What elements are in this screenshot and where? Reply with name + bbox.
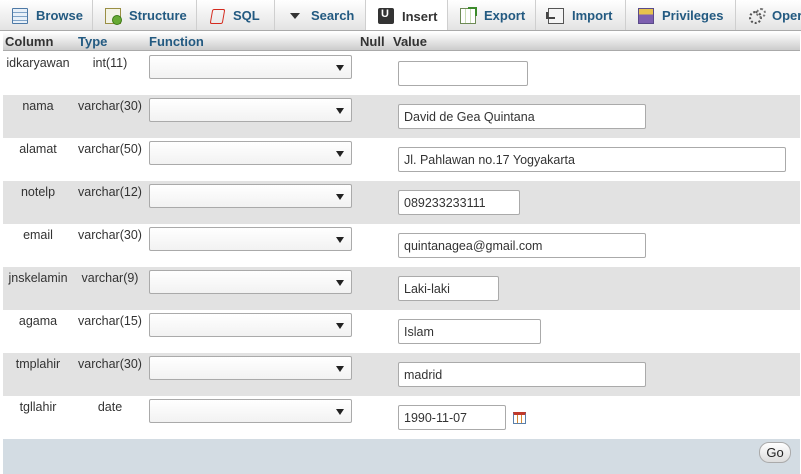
function-select[interactable]: [149, 356, 352, 380]
table-header: Column Type Function Null Value: [3, 32, 800, 51]
form-footer: Go: [3, 439, 800, 474]
tab-browse[interactable]: Browse: [0, 0, 93, 30]
tab-operations[interactable]: Operations: [736, 0, 801, 30]
tab-privileges[interactable]: Privileges: [626, 0, 736, 30]
value-input[interactable]: 089233233111: [398, 190, 520, 215]
column-name: notelp: [20, 185, 56, 199]
export-icon: [460, 6, 477, 24]
column-type: varchar(50): [78, 142, 142, 156]
structure-icon: [105, 7, 122, 25]
tab-bar: Browse Structure SQL Search Insert Expor…: [0, 0, 801, 31]
tab-sql-label: SQL: [233, 8, 260, 23]
browse-icon: [12, 7, 28, 24]
tab-search-label: Search: [311, 8, 355, 23]
value-input[interactable]: quintanagea@gmail.com: [398, 233, 646, 258]
column-type: varchar(12): [78, 185, 142, 199]
function-select[interactable]: [149, 313, 352, 337]
table-row: tgllahir date 1990-11-07: [3, 396, 800, 439]
tab-export[interactable]: Export: [448, 0, 536, 30]
header-value: Value: [393, 34, 427, 49]
value-input[interactable]: Islam: [398, 319, 541, 344]
tab-search[interactable]: Search: [275, 0, 366, 30]
value-input[interactable]: Jl. Pahlawan no.17 Yogyakarta: [398, 147, 786, 172]
function-select[interactable]: [149, 399, 352, 423]
table-row: idkaryawan int(11): [3, 52, 800, 95]
function-select[interactable]: [149, 270, 352, 294]
operations-icon: [748, 7, 766, 24]
calendar-icon[interactable]: [513, 412, 526, 424]
column-type: varchar(30): [78, 357, 142, 371]
column-type: varchar(30): [78, 99, 142, 113]
tab-browse-label: Browse: [36, 8, 83, 23]
column-type: int(11): [92, 56, 128, 70]
tab-insert-label: Insert: [402, 8, 438, 24]
header-function: Function: [149, 34, 204, 49]
function-select[interactable]: [149, 141, 352, 165]
search-icon: [287, 8, 303, 24]
column-type: varchar(9): [81, 271, 139, 285]
column-name: email: [23, 228, 53, 242]
column-type: varchar(15): [78, 314, 142, 328]
column-name: alamat: [19, 142, 57, 156]
function-select[interactable]: [149, 227, 352, 251]
column-type: date: [97, 400, 123, 414]
column-name: tgllahir: [19, 400, 57, 414]
header-type: Type: [78, 34, 108, 49]
tab-import[interactable]: Import: [536, 0, 626, 30]
tab-privileges-label: Privileges: [662, 8, 724, 23]
tab-insert[interactable]: Insert: [366, 0, 448, 30]
tab-export-label: Export: [484, 8, 526, 23]
go-button[interactable]: Go: [759, 442, 791, 463]
column-name: idkaryawan: [6, 56, 70, 70]
column-type: varchar(30): [78, 228, 142, 242]
value-input[interactable]: [398, 61, 528, 86]
column-name: jnskelamin: [8, 271, 68, 285]
tab-sql[interactable]: SQL: [197, 0, 275, 30]
tab-structure-label: Structure: [129, 8, 187, 23]
sql-icon: [209, 8, 225, 24]
column-name: agama: [18, 314, 58, 328]
table-row: alamat varchar(50) Jl. Pahlawan no.17 Yo…: [3, 138, 800, 181]
table-row: email varchar(30) quintanagea@gmail.com: [3, 224, 800, 267]
function-select[interactable]: [149, 184, 352, 208]
tab-structure[interactable]: Structure: [93, 0, 197, 30]
function-select[interactable]: [149, 55, 352, 79]
table-row: tmplahir varchar(30) madrid: [3, 353, 800, 396]
tab-import-label: Import: [572, 8, 613, 23]
column-name: nama: [22, 99, 54, 113]
value-input[interactable]: madrid: [398, 362, 646, 387]
date-input[interactable]: 1990-11-07: [398, 405, 506, 430]
import-icon: [546, 7, 564, 24]
value-input[interactable]: Laki-laki: [398, 276, 499, 301]
header-null: Null: [360, 34, 385, 49]
insert-icon: [378, 8, 394, 24]
header-column: Column: [5, 34, 54, 49]
tab-operations-label: Operations: [772, 8, 801, 23]
table-row: nama varchar(30) David de Gea Quintana: [3, 95, 800, 138]
table-row: jnskelamin varchar(9) Laki-laki: [3, 267, 800, 310]
value-input[interactable]: David de Gea Quintana: [398, 104, 646, 129]
privileges-icon: [638, 7, 654, 24]
table-row: agama varchar(15) Islam: [3, 310, 800, 353]
table-row: notelp varchar(12) 089233233111: [3, 181, 800, 224]
column-name: tmplahir: [15, 357, 61, 371]
function-select[interactable]: [149, 98, 352, 122]
